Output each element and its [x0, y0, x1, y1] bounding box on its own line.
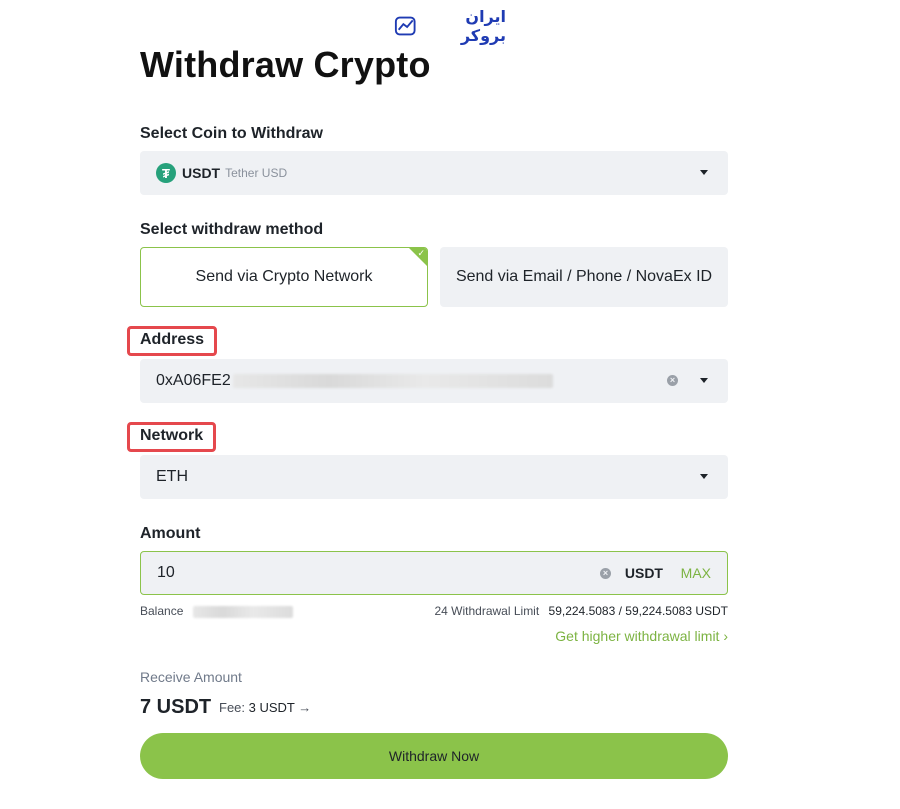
withdraw-method-label: Select withdraw method — [140, 221, 324, 238]
network-value: ETH — [156, 468, 188, 485]
max-button[interactable]: MAX — [681, 565, 711, 581]
withdraw-now-button[interactable]: Withdraw Now — [140, 733, 728, 779]
chart-logo-icon — [394, 16, 416, 36]
withdrawal-limit-label: 24 Withdrawal Limit — [434, 604, 540, 618]
broker-logo: ایران بروکر — [394, 7, 506, 45]
method-email-phone-id[interactable]: Send via Email / Phone / NovaEx ID — [440, 247, 728, 307]
clear-icon[interactable]: × — [600, 568, 611, 579]
chevron-down-icon — [700, 474, 708, 479]
redacted-balance — [192, 605, 293, 618]
fee-info[interactable]: Fee: 3 USDT → — [219, 700, 311, 715]
amount-input[interactable]: 10 × USDT MAX — [140, 551, 728, 595]
clear-icon[interactable]: × — [667, 375, 678, 386]
amount-unit: USDT — [624, 565, 663, 581]
chevron-right-icon: › — [723, 628, 728, 644]
receive-amount-value: 7 USDT — [140, 696, 212, 718]
coin-select-label: Select Coin to Withdraw — [140, 125, 323, 142]
arrow-right-icon: → — [298, 700, 312, 715]
coin-name: Tether USD — [225, 166, 288, 180]
withdrawal-limit-row: 24 Withdrawal Limit 59,224.5083 / 59,224… — [434, 604, 728, 618]
fee-value: 3 USDT — [248, 700, 295, 715]
higher-limit-link-text: Get higher withdrawal limit — [555, 628, 720, 644]
amount-label: Amount — [140, 525, 201, 542]
method-crypto-network[interactable]: Send via Crypto Network ✓ — [140, 247, 428, 307]
address-value: 0xA06FE2 — [156, 372, 231, 389]
coin-select[interactable]: ₮ USDT Tether USD — [140, 151, 728, 195]
chevron-down-icon — [700, 170, 708, 175]
balance-row: Balance — [140, 604, 293, 618]
network-label: Network — [127, 422, 217, 452]
logo-text: ایران بروکر — [460, 7, 506, 45]
network-select[interactable]: ETH — [140, 455, 728, 499]
page-title: Withdraw Crypto — [140, 44, 431, 85]
address-input[interactable]: 0xA06FE2 × — [140, 359, 728, 403]
tether-coin-icon: ₮ — [156, 163, 176, 183]
receive-amount-label: Receive Amount — [140, 669, 242, 685]
coin-symbol: USDT — [182, 165, 221, 181]
check-icon: ✓ — [417, 248, 425, 258]
method-email-phone-id-label: Send via Email / Phone / NovaEx ID — [455, 268, 713, 285]
amount-value: 10 — [157, 564, 175, 581]
chevron-down-icon[interactable] — [700, 378, 708, 383]
balance-label: Balance — [140, 604, 184, 618]
method-crypto-network-label: Send via Crypto Network — [195, 268, 373, 285]
withdrawal-limit-value: 59,224.5083 / 59,224.5083 USDT — [548, 604, 728, 618]
address-label: Address — [127, 326, 218, 356]
fee-label: Fee: — [219, 700, 246, 715]
redacted-address — [232, 374, 553, 388]
higher-limit-link[interactable]: Get higher withdrawal limit › — [555, 628, 728, 644]
